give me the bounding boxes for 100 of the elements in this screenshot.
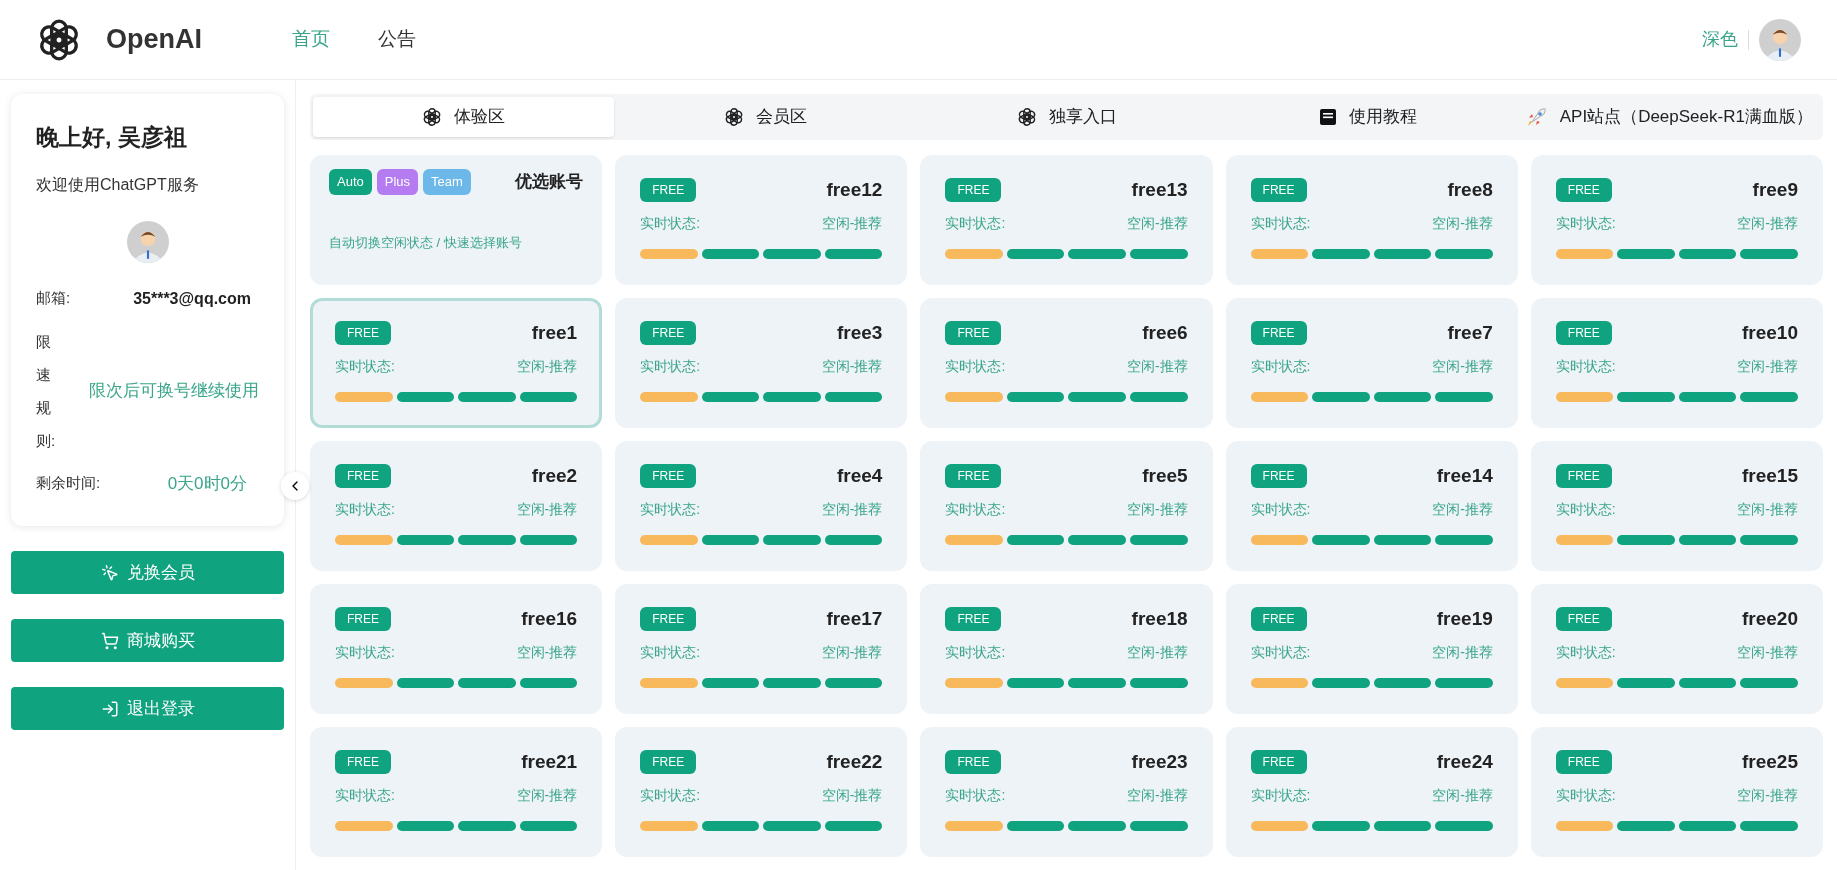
status-value: 空闲-推荐 [1432,213,1493,233]
status-label: 实时状态: [1250,785,1311,805]
status-label: 实时状态: [1555,642,1616,662]
cart-icon [100,631,119,650]
account-card[interactable]: FREE free10 实时状态: 空闲-推荐 [1530,298,1823,428]
tab[interactable]: 体验区 [313,97,615,137]
status-label: 实时状态: [335,785,395,805]
avatar[interactable] [1759,18,1801,61]
account-name: free12 [826,178,883,202]
account-card[interactable]: FREE free25 实时状态: 空闲-推荐 [1530,727,1823,857]
status-label: 实时状态: [640,499,701,519]
account-card[interactable]: FREE free22 实时状态: 空闲-推荐 [615,727,908,857]
account-name: free13 [1131,178,1188,202]
status-value: 空闲-推荐 [1126,356,1188,376]
account-card[interactable]: FREE free8 实时状态: 空闲-推荐 [1225,155,1518,285]
status-value: 空闲-推荐 [1737,499,1798,519]
account-card[interactable]: FREE free3 实时状态: 空闲-推荐 [615,298,908,428]
cursor-click-icon [100,563,119,582]
account-name: free21 [521,750,578,774]
status-label: 实时状态: [335,499,395,519]
status-value: 空闲-推荐 [1126,213,1188,233]
plan-badge: FREE [1555,464,1612,489]
account-name: free6 [1142,321,1188,345]
field-value: 限次后可换号继续使用 [89,379,259,402]
status-value: 空闲-推荐 [1432,642,1493,662]
status-label: 实时状态: [1555,213,1616,233]
account-name: free3 [836,321,883,345]
plan-badge: FREE [1250,607,1307,632]
status-label: 实时状态: [1250,213,1311,233]
tab[interactable]: 独享入口 [915,97,1218,137]
account-card[interactable]: FREE free17 实时状态: 空闲-推荐 [615,584,908,714]
account-name: free18 [1131,607,1188,631]
plan-badge: FREE [1250,464,1307,489]
plan-badge: FREE [640,464,697,489]
account-name: free7 [1447,321,1493,345]
plan-badge: FREE [1250,321,1307,346]
account-card[interactable]: FREE free13 实时状态: 空闲-推荐 [920,155,1213,285]
plan-badge: FREE [640,750,697,775]
welcome-text: 欢迎使用ChatGPT服务 [36,174,200,195]
tab[interactable]: API站点（DeepSeek-R1满血版） [1518,97,1821,137]
status-value: 空闲-推荐 [1737,356,1798,376]
plan-badge: FREE [1555,607,1612,632]
account-card[interactable]: FREE free24 实时状态: 空闲-推荐 [1225,727,1518,857]
plan-badge: FREE [1250,178,1307,203]
plan-badge: FREE [945,321,1002,346]
knot-logo-icon [1016,107,1037,127]
status-label: 实时状态: [640,785,701,805]
tab[interactable]: 会员区 [614,97,916,137]
knot-logo-icon [422,107,443,127]
status-value: 空闲-推荐 [821,642,883,662]
plan-badge: FREE [1555,750,1612,775]
field-value: 0天0时0分 [167,472,247,495]
account-name: free23 [1131,750,1188,774]
plan-badge: FREE [640,607,697,632]
plan-badge: Auto [329,169,372,195]
account-card[interactable]: FREE free20 实时状态: 空闲-推荐 [1530,584,1823,714]
account-card[interactable]: FREE free19 实时状态: 空闲-推荐 [1225,584,1518,714]
status-label: 实时状态: [335,356,395,376]
account-card[interactable]: FREE free7 实时状态: 空闲-推荐 [1225,298,1518,428]
status-value: 空闲-推荐 [516,499,578,519]
brand-name: OpenAI [106,23,202,57]
status-label: 实时状态: [1250,499,1311,519]
status-value: 空闲-推荐 [821,785,883,805]
account-name: free5 [1142,464,1188,488]
account-name: free19 [1436,607,1493,631]
status-value: 空闲-推荐 [1432,499,1493,519]
account-card[interactable]: FREE free9 实时状态: 空闲-推荐 [1530,155,1823,285]
plan-badge: FREE [640,178,697,203]
account-card[interactable]: FREE free18 实时状态: 空闲-推荐 [920,584,1213,714]
account-card[interactable]: FREE free4 实时状态: 空闲-推荐 [615,441,908,571]
field-label: 剩余时间: [36,473,102,493]
account-card[interactable]: FREE free6 实时状态: 空闲-推荐 [920,298,1213,428]
field-value: 35***3@qq.com [133,288,251,309]
account-card[interactable]: FREE free2 实时状态: 空闲-推荐 [310,441,603,571]
account-name: free1 [531,321,578,345]
avatar[interactable] [126,220,169,263]
plan-badge: FREE [945,750,1002,775]
card-subtitle: 自动切换空闲状态 / 快速选择账号 [329,233,523,252]
account-name: free20 [1742,607,1798,631]
tab[interactable]: 使用教程 [1217,97,1519,137]
account-card[interactable]: FREE free16 实时状态: 空闲-推荐 [310,584,603,714]
plan-badge: FREE [1555,178,1612,203]
account-name: free17 [826,607,883,631]
account-card[interactable]: FREE free15 实时状态: 空闲-推荐 [1530,441,1823,571]
account-card[interactable]: FREE free21 实时状态: 空闲-推荐 [310,727,603,857]
status-value: 空闲-推荐 [1432,356,1493,376]
status-value: 空闲-推荐 [1432,785,1493,805]
account-card[interactable]: FREE free12 实时状态: 空闲-推荐 [615,155,908,285]
account-name: free15 [1742,464,1798,488]
account-card[interactable]: FREE free23 实时状态: 空闲-推荐 [920,727,1213,857]
account-name: free16 [521,607,578,631]
nav-link[interactable]: 公告 [378,25,416,54]
plan-badge: FREE [335,750,391,775]
account-card[interactable]: FREE free1 实时状态: 空闲-推荐 [310,298,603,428]
account-name: free4 [836,464,883,488]
status-value: 空闲-推荐 [516,356,578,376]
collapse-button[interactable] [281,472,309,500]
auto-card[interactable]: Auto Plus Team 优选账号 自动切换空闲状态 / 快速选择账号 [310,155,603,285]
account-card[interactable]: FREE free14 实时状态: 空闲-推荐 [1225,441,1518,571]
account-card[interactable]: FREE free5 实时状态: 空闲-推荐 [920,441,1213,571]
